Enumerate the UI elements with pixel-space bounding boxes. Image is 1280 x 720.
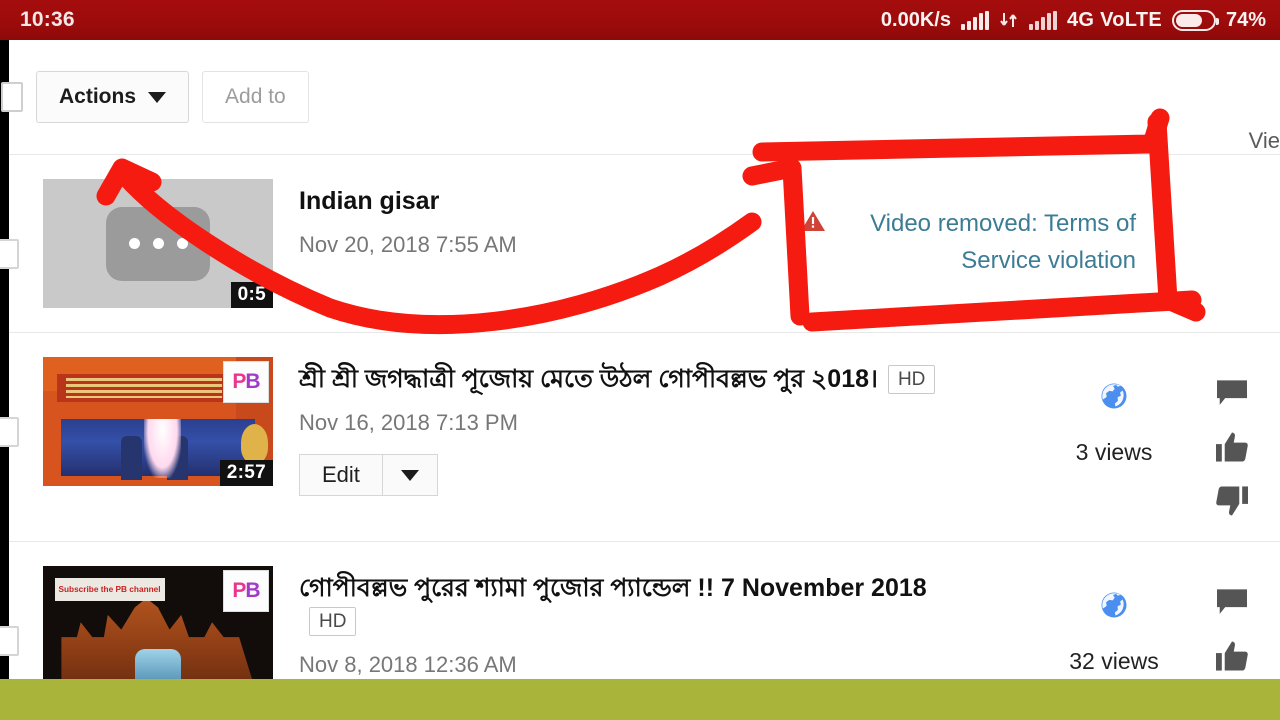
video-title[interactable]: শ্রী শ্রী জগদ্ধাত্রী পূজোয় মেতে উঠল গোপ…: [299, 363, 939, 396]
video-title[interactable]: Indian gisar: [299, 185, 764, 218]
video-meta: গোপীবল্লভ পুরের শ্যামা পুজোর প্যান্ডেল !…: [273, 566, 1044, 678]
video-thumbnail[interactable]: Subscribe the PB channel PB: [43, 566, 273, 695]
table-row[interactable]: PB 2:57 শ্রী শ্রী জগদ্ধাত্রী পূজোয় মেতে…: [0, 332, 1280, 541]
status-bar: 10:36 0.00K/s 4G VoLTE 74%: [0, 0, 1280, 40]
views-column-header: Vie: [1248, 128, 1280, 153]
network-speed-label: 0.00K/s: [880, 8, 951, 31]
row-select-checkbox[interactable]: [0, 626, 19, 656]
video-status-column: Video removed: Terms of Service violatio…: [764, 179, 1184, 279]
video-title-text: গোপীবল্লভ পুরের শ্যামা পুজোর প্যান্ডেল !…: [299, 574, 927, 602]
battery-icon: [1171, 9, 1219, 31]
edit-dropdown-button[interactable]: [381, 454, 438, 496]
comment-icon[interactable]: [1215, 379, 1249, 409]
battery-percent-label: 74%: [1225, 8, 1266, 31]
row-action-icons: [1184, 566, 1280, 672]
channel-watermark-icon: PB: [223, 570, 269, 612]
status-bar-clock: 10:36: [20, 8, 75, 31]
thumbs-up-icon[interactable]: [1214, 431, 1250, 463]
hd-badge: HD: [309, 607, 357, 637]
video-list: 0:5 Indian gisar Nov 20, 2018 7:55 AM Vi…: [0, 154, 1280, 719]
video-meta: Indian gisar Nov 20, 2018 7:55 AM: [273, 179, 764, 258]
video-meta: শ্রী শ্রী জগদ্ধাত্রী পূজোয় মেতে উঠল গোপ…: [273, 357, 1044, 496]
thumbnail-banner-text: Subscribe the PB channel: [58, 584, 161, 594]
row-select-checkbox[interactable]: [0, 417, 19, 447]
thumbs-down-icon[interactable]: [1214, 485, 1250, 517]
row-action-icons: [1184, 357, 1280, 517]
view-count: 32 views: [1069, 648, 1159, 674]
actions-button-label: Actions: [59, 85, 137, 108]
removed-video-placeholder-icon: [106, 206, 210, 281]
video-duration-badge: 0:5: [230, 282, 273, 308]
phone-screen: 10:36 0.00K/s 4G VoLTE 74% Actions Add t…: [0, 0, 1280, 720]
video-date: Nov 20, 2018 7:55 AM: [299, 232, 517, 257]
thumbnail-banner: Subscribe the PB channel: [54, 577, 165, 601]
thumbs-up-icon[interactable]: [1214, 640, 1250, 672]
video-duration-badge: 2:57: [219, 460, 273, 486]
warning-triangle-icon: [801, 211, 825, 231]
video-title[interactable]: গোপীবল্লভ পুরের শ্যামা পুজোর প্যান্ডেল !…: [299, 572, 939, 638]
video-privacy-column: 3 views: [1044, 357, 1184, 466]
network-type-label: 4G VoLTE: [1066, 8, 1162, 31]
video-status-text[interactable]: Video removed: Terms of Service violatio…: [836, 205, 1136, 279]
left-edge-gutter: [0, 40, 9, 720]
public-globe-icon: [1101, 383, 1127, 409]
video-privacy-column: 32 views: [1044, 566, 1184, 675]
add-to-button[interactable]: Add to: [202, 71, 309, 123]
view-count: 3 views: [1075, 439, 1153, 465]
add-to-button-label: Add to: [225, 85, 286, 108]
edit-button[interactable]: Edit: [299, 454, 382, 496]
signal-bars-icon: [960, 10, 989, 30]
row-action-icons: [1184, 179, 1280, 201]
row-select-checkbox[interactable]: [0, 239, 19, 269]
video-thumbnail[interactable]: 0:5: [43, 179, 273, 308]
list-toolbar: Actions Add to Vie: [1, 40, 1280, 154]
edit-button-group[interactable]: Edit: [299, 454, 438, 496]
video-date: Nov 8, 2018 12:36 AM: [299, 652, 517, 677]
table-row[interactable]: 0:5 Indian gisar Nov 20, 2018 7:55 AM Vi…: [0, 154, 1280, 332]
data-arrows-icon: [999, 10, 1019, 30]
chevron-down-icon: [400, 469, 419, 481]
actions-button[interactable]: Actions: [36, 71, 190, 123]
chevron-down-icon: [148, 91, 167, 103]
comment-icon[interactable]: [1215, 588, 1249, 618]
hd-badge: HD: [887, 365, 936, 395]
video-thumbnail[interactable]: PB 2:57: [43, 357, 273, 486]
signal-bars-secondary-icon: [1028, 10, 1057, 30]
video-date: Nov 16, 2018 7:13 PM: [299, 410, 518, 435]
video-title-text: শ্রী শ্রী জগদ্ধাত্রী পূজোয় মেতে উঠল গোপ…: [299, 365, 878, 393]
select-all-checkbox[interactable]: [1, 82, 23, 112]
public-globe-icon: [1101, 592, 1127, 618]
channel-watermark-icon: PB: [223, 361, 269, 403]
bottom-olive-band: [0, 679, 1280, 720]
